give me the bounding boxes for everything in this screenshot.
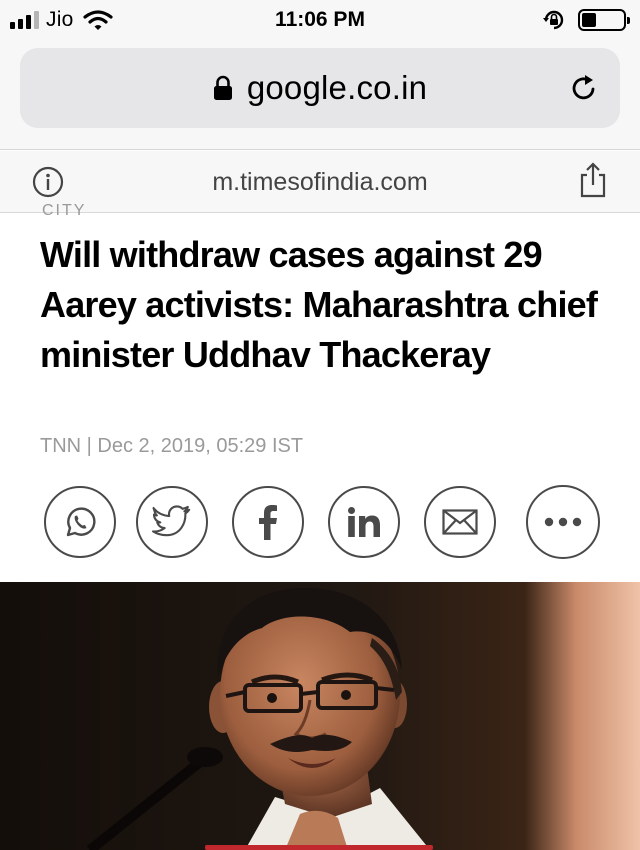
article-byline: TNN | Dec 2, 2019, 05:29 IST <box>40 435 304 457</box>
facebook-icon <box>259 505 277 540</box>
mail-icon <box>442 509 478 535</box>
share-icon[interactable] <box>578 161 608 199</box>
browser-toolbar: google.co.in <box>0 40 640 150</box>
twitter-share-button[interactable] <box>136 486 208 558</box>
whatsapp-share-button[interactable] <box>44 486 116 558</box>
site-info-bar: m.timesofindia.com <box>0 151 640 213</box>
article-photo[interactable] <box>0 582 640 850</box>
site-domain: m.timesofindia.com <box>212 168 428 196</box>
address-bar-url: google.co.in <box>246 69 428 106</box>
battery-level-fill <box>582 13 596 27</box>
address-bar[interactable]: google.co.in <box>20 48 620 128</box>
facebook-share-button[interactable] <box>232 486 304 558</box>
rotation-lock-icon <box>543 10 564 30</box>
article-headline: Will withdraw cases against 29 Aarey act… <box>40 234 598 375</box>
twitter-icon <box>152 505 191 537</box>
status-right <box>542 8 630 32</box>
email-share-button[interactable] <box>424 486 496 558</box>
linkedin-share-button[interactable] <box>328 486 400 558</box>
article-photo-image <box>0 582 640 850</box>
status-bar: Jio 11:06 PM <box>0 0 640 40</box>
share-buttons-row <box>44 485 604 560</box>
lock-icon <box>213 75 232 100</box>
more-share-options-button[interactable] <box>526 485 600 559</box>
reload-icon[interactable] <box>568 72 600 104</box>
more-icon <box>544 517 582 527</box>
battery-icon <box>578 9 630 31</box>
linkedin-icon <box>348 507 380 537</box>
section-label[interactable]: CITY <box>42 202 86 216</box>
whatsapp-icon <box>66 507 96 537</box>
